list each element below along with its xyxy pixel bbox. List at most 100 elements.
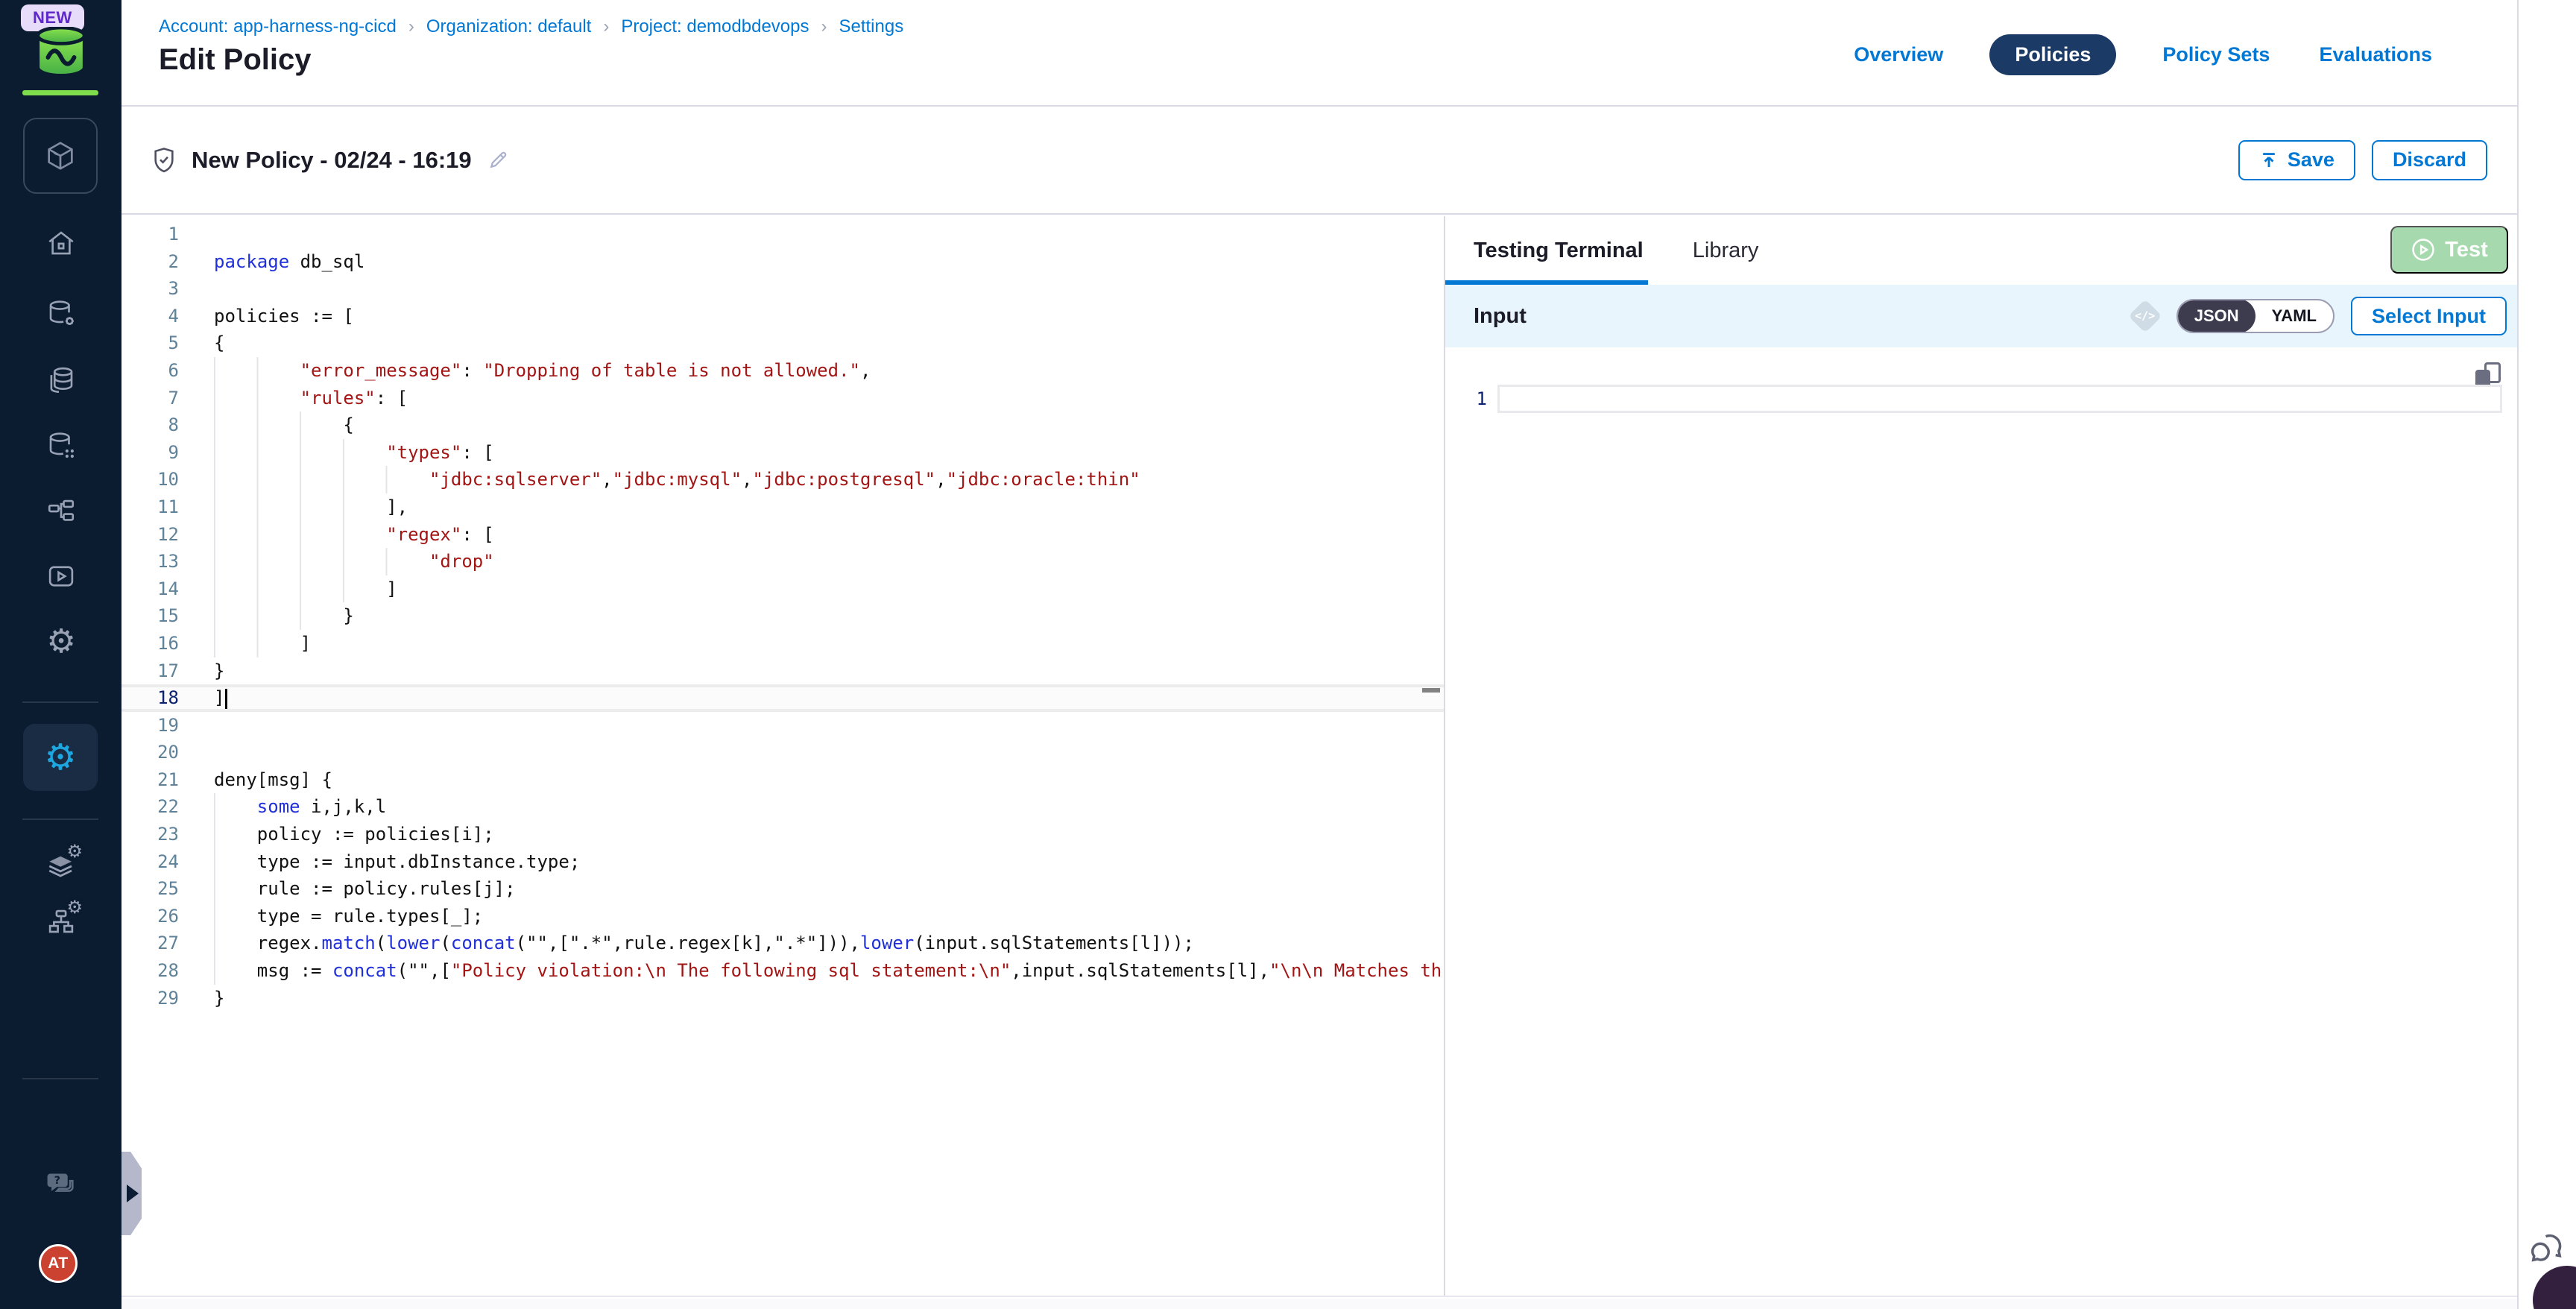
breadcrumb-org-link[interactable]: Organization: default bbox=[426, 16, 591, 37]
line-number: 28 bbox=[121, 957, 179, 985]
sidebar-item-executions[interactable] bbox=[45, 561, 77, 592]
line-number: 14 bbox=[121, 575, 179, 603]
edit-pencil-icon[interactable] bbox=[487, 149, 509, 171]
line-number: 4 bbox=[121, 303, 179, 330]
line-number: 16 bbox=[121, 630, 179, 657]
code-line[interactable]: 9 "types": [ bbox=[121, 439, 1444, 467]
line-number: 3 bbox=[121, 275, 179, 303]
code-line[interactable]: 12 "regex": [ bbox=[121, 521, 1444, 549]
code-line[interactable]: 15 } bbox=[121, 602, 1444, 630]
databases-stack-icon bbox=[45, 365, 77, 397]
tab-policies[interactable]: Policies bbox=[1989, 34, 2116, 75]
page-footer-strip bbox=[121, 1299, 2517, 1309]
sidebar-expand-handle[interactable] bbox=[121, 1152, 142, 1235]
harness-db-devops-logo-icon[interactable] bbox=[32, 27, 90, 76]
code-line[interactable]: 20 bbox=[121, 739, 1444, 766]
play-circle-icon bbox=[2411, 237, 2436, 262]
code-line[interactable]: 19 bbox=[121, 712, 1444, 739]
tab-testing-terminal[interactable]: Testing Terminal bbox=[1474, 239, 1644, 263]
line-number: 26 bbox=[121, 903, 179, 930]
sidebar-item-account-settings[interactable]: ⚙ bbox=[45, 906, 77, 937]
help-chat-icon: ? bbox=[45, 1169, 77, 1200]
line-number: 29 bbox=[121, 985, 179, 1012]
edit-policy-page: NEW bbox=[0, 0, 2576, 1309]
text-cursor bbox=[225, 689, 227, 709]
save-button[interactable]: Save bbox=[2238, 140, 2355, 180]
tab-evaluations[interactable]: Evaluations bbox=[2316, 34, 2435, 75]
tab-library[interactable]: Library bbox=[1693, 239, 1759, 263]
line-number: 18 bbox=[121, 687, 179, 709]
pipeline-tree-icon bbox=[45, 496, 77, 527]
active-tab-underline bbox=[1445, 280, 1648, 285]
code-line[interactable]: 24 type := input.dbInstance.type; bbox=[121, 848, 1444, 876]
code-line[interactable]: 25 rule := policy.rules[j]; bbox=[121, 875, 1444, 903]
shield-check-icon bbox=[151, 146, 177, 174]
breadcrumb-account-link[interactable]: Account: app-harness-ng-cicd bbox=[159, 16, 397, 37]
input-label: Input bbox=[1474, 304, 2133, 329]
page-title: Edit Policy bbox=[159, 43, 312, 77]
code-line[interactable]: 7 "rules": [ bbox=[121, 385, 1444, 412]
tab-overview[interactable]: Overview bbox=[1851, 34, 1946, 75]
code-lines[interactable]: 12package db_sql34policies := [5{6 "erro… bbox=[121, 216, 1444, 1012]
sidebar-item-db-instances[interactable] bbox=[45, 430, 77, 461]
code-line[interactable]: 11 ], bbox=[121, 493, 1444, 521]
line-number: 1 bbox=[121, 221, 179, 248]
sidebar-item-help[interactable]: ? bbox=[45, 1169, 77, 1200]
code-line[interactable]: 5{ bbox=[121, 329, 1444, 357]
code-line[interactable]: 29} bbox=[121, 985, 1444, 1012]
input-editor[interactable]: 1 bbox=[1445, 347, 2517, 1296]
settings-gear-icon: ⚙ bbox=[44, 739, 76, 775]
format-yaml-option[interactable]: YAML bbox=[2255, 299, 2333, 333]
code-line[interactable]: 21deny[msg] { bbox=[121, 766, 1444, 794]
code-line[interactable]: 18] bbox=[121, 684, 1444, 712]
line-number: 21 bbox=[121, 766, 179, 794]
rego-code-editor[interactable]: 12package db_sql34policies := [5{6 "erro… bbox=[121, 216, 1444, 1296]
module-selector-button[interactable] bbox=[23, 118, 98, 194]
support-chat-icon[interactable] bbox=[2529, 1231, 2568, 1267]
code-line[interactable]: 14 ] bbox=[121, 575, 1444, 603]
sidebar-item-db-config[interactable] bbox=[45, 298, 77, 329]
code-line[interactable]: 16 ] bbox=[121, 630, 1444, 657]
input-line[interactable]: 1 bbox=[1445, 385, 2517, 413]
code-line[interactable]: 13 "drop" bbox=[121, 548, 1444, 575]
line-number: 12 bbox=[121, 521, 179, 549]
format-json-option[interactable]: JSON bbox=[2178, 299, 2255, 333]
line-number: 8 bbox=[121, 411, 179, 439]
sidebar-item-settings-active[interactable]: ⚙ bbox=[23, 724, 98, 791]
code-line[interactable]: 4policies := [ bbox=[121, 303, 1444, 330]
policy-title-group: New Policy - 02/24 - 16:19 bbox=[151, 146, 509, 174]
code-line[interactable]: 22 some i,j,k,l bbox=[121, 793, 1444, 821]
sidebar-item-project-settings[interactable]: ⚙ bbox=[45, 850, 77, 881]
code-line[interactable]: 10 "jdbc:sqlserver","jdbc:mysql","jdbc:p… bbox=[121, 466, 1444, 493]
code-line[interactable]: 26 type = rule.types[_]; bbox=[121, 903, 1444, 930]
code-line[interactable]: 27 regex.match(lower(concat("",[".*",rul… bbox=[121, 930, 1444, 957]
sidebar-item-databases[interactable] bbox=[45, 365, 77, 397]
code-format-icon: </> bbox=[2128, 299, 2162, 332]
tab-policy-sets[interactable]: Policy Sets bbox=[2159, 34, 2273, 75]
chevron-right-icon: › bbox=[408, 16, 414, 37]
line-number: 9 bbox=[121, 439, 179, 467]
sidebar-item-home[interactable] bbox=[45, 227, 77, 259]
code-line[interactable]: 17} bbox=[121, 657, 1444, 685]
code-line[interactable]: 1 bbox=[121, 221, 1444, 248]
code-line[interactable]: 23 policy := policies[i]; bbox=[121, 821, 1444, 848]
code-line[interactable]: 28 msg := concat("",["Policy violation:\… bbox=[121, 957, 1444, 985]
breadcrumb-project-link[interactable]: Project: demodbdevops bbox=[621, 16, 809, 37]
gear-icon: ⚙ bbox=[66, 898, 83, 916]
user-avatar[interactable]: AT bbox=[39, 1244, 78, 1283]
code-line[interactable]: 8 { bbox=[121, 411, 1444, 439]
database-gear-icon bbox=[45, 298, 77, 329]
right-rail bbox=[2517, 0, 2576, 1309]
sidebar-item-pipelines[interactable] bbox=[45, 496, 77, 527]
breadcrumb-settings-link[interactable]: Settings bbox=[839, 16, 903, 37]
input-value-field[interactable] bbox=[1497, 385, 2502, 413]
code-line[interactable]: 6 "error_message": "Dropping of table is… bbox=[121, 357, 1444, 385]
code-line[interactable]: 2package db_sql bbox=[121, 248, 1444, 276]
code-line[interactable]: 3 bbox=[121, 275, 1444, 303]
discard-button[interactable]: Discard bbox=[2372, 140, 2487, 180]
home-icon bbox=[45, 227, 77, 259]
sidebar-item-gear[interactable]: ⚙ bbox=[45, 626, 77, 657]
page-header: Account: app-harness-ng-cicd › Organizat… bbox=[121, 0, 2517, 107]
select-input-button[interactable]: Select Input bbox=[2351, 297, 2507, 335]
test-button[interactable]: Test bbox=[2390, 226, 2508, 274]
